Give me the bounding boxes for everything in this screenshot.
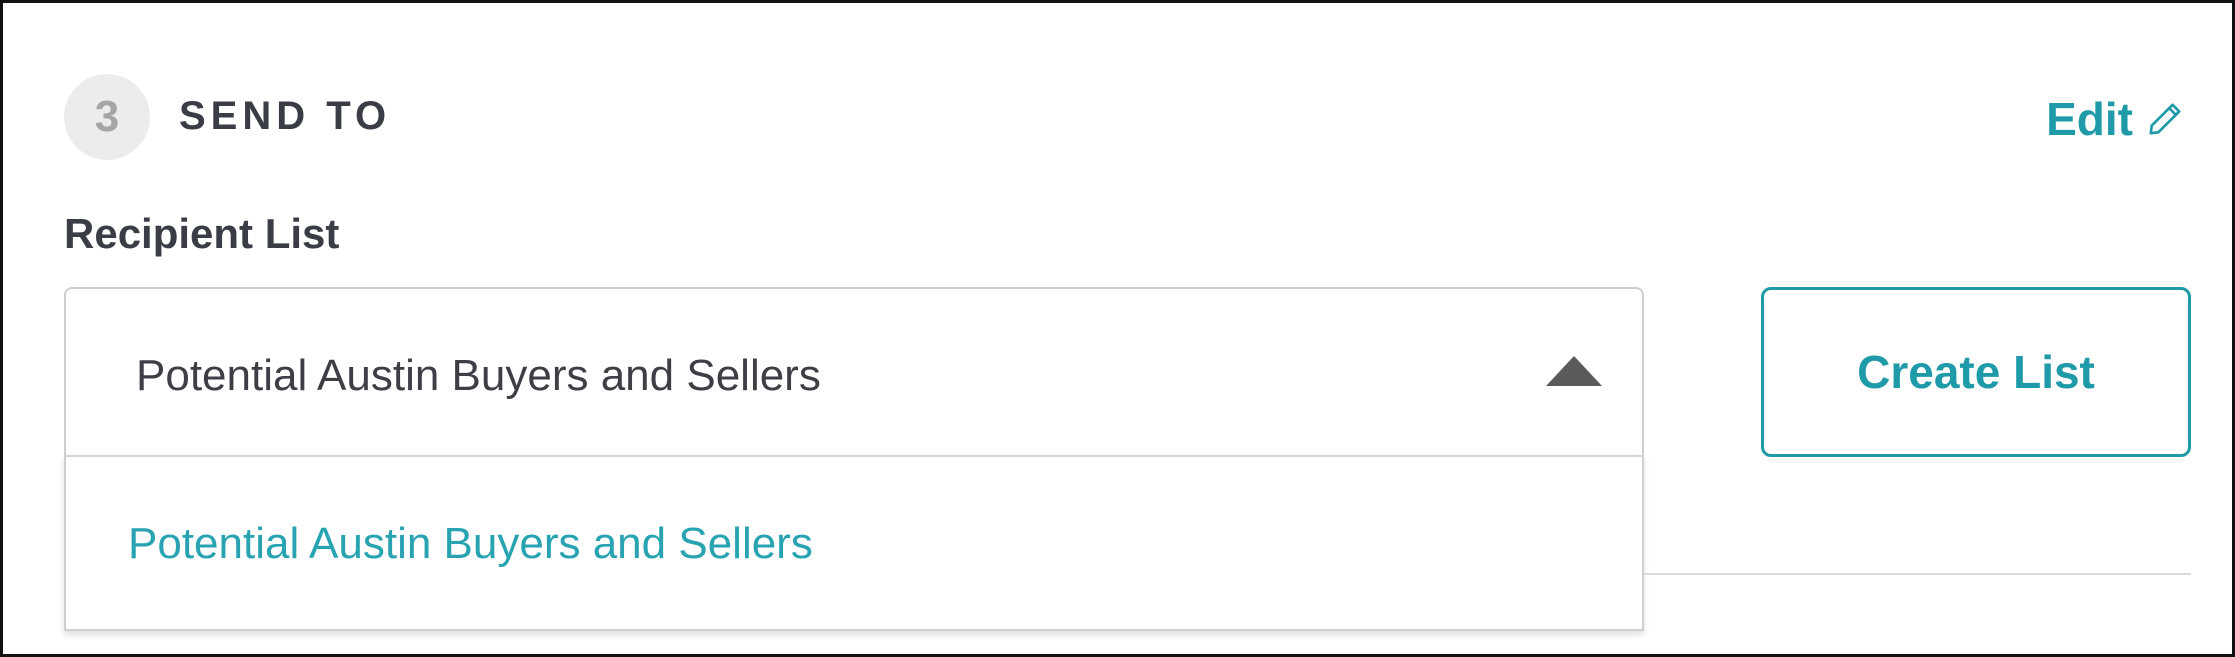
selected-recipient-list: Potential Austin Buyers and Sellers [136, 351, 821, 400]
caret-up-icon[interactable] [1546, 356, 1602, 386]
step-number-badge: 3 [64, 74, 150, 160]
recipient-list-label: Recipient List [64, 210, 340, 257]
dropdown-option[interactable]: Potential Austin Buyers and Sellers [128, 517, 813, 571]
create-list-button[interactable]: Create List [1761, 287, 2191, 457]
recipient-list-dropdown: Potential Austin Buyers and Sellers [64, 455, 1644, 631]
section-title: SEND TO [179, 94, 392, 138]
edit-link[interactable]: Edit [2046, 91, 2185, 147]
step-number: 3 [94, 92, 120, 141]
pencil-icon [2145, 99, 2185, 139]
send-to-panel: 3 SEND TO Edit Recipient List Potential … [0, 0, 2235, 657]
create-list-label: Create List [1857, 346, 2095, 398]
recipient-list-select[interactable]: Potential Austin Buyers and Sellers [64, 287, 1644, 457]
edit-label: Edit [2046, 93, 2133, 145]
divider [1644, 573, 2191, 575]
